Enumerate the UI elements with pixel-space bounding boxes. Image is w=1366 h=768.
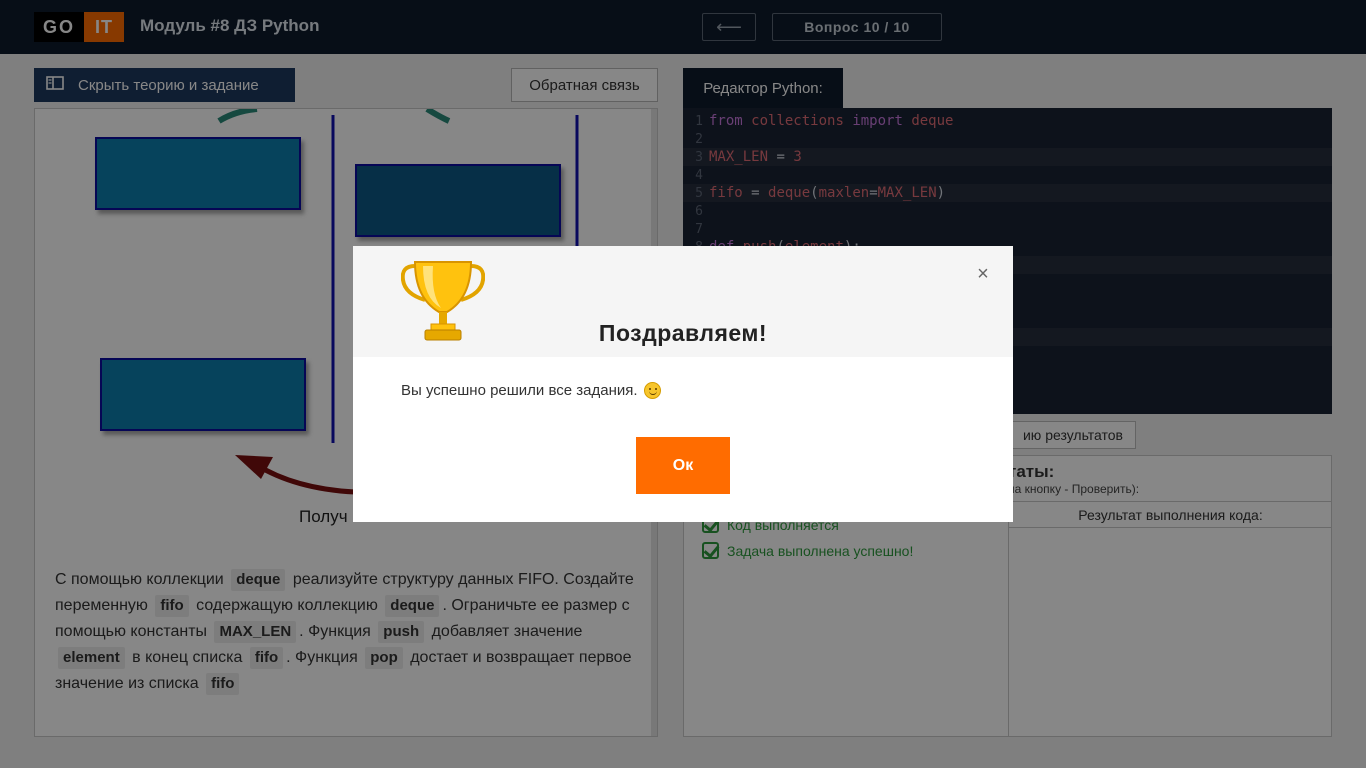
modal-header: × Поздравляем! <box>353 246 1013 357</box>
ok-button[interactable]: Ок <box>636 437 730 494</box>
close-icon[interactable]: × <box>973 263 993 285</box>
congrats-modal: × Поздравляем! Вы успешно решили все зад… <box>353 246 1013 522</box>
modal-message: Вы успешно решили все задания. <box>401 382 661 399</box>
smiley-icon <box>643 382 661 399</box>
modal-message-text: Вы успешно решили все задания. <box>401 382 638 399</box>
modal-title: Поздравляем! <box>598 320 768 346</box>
